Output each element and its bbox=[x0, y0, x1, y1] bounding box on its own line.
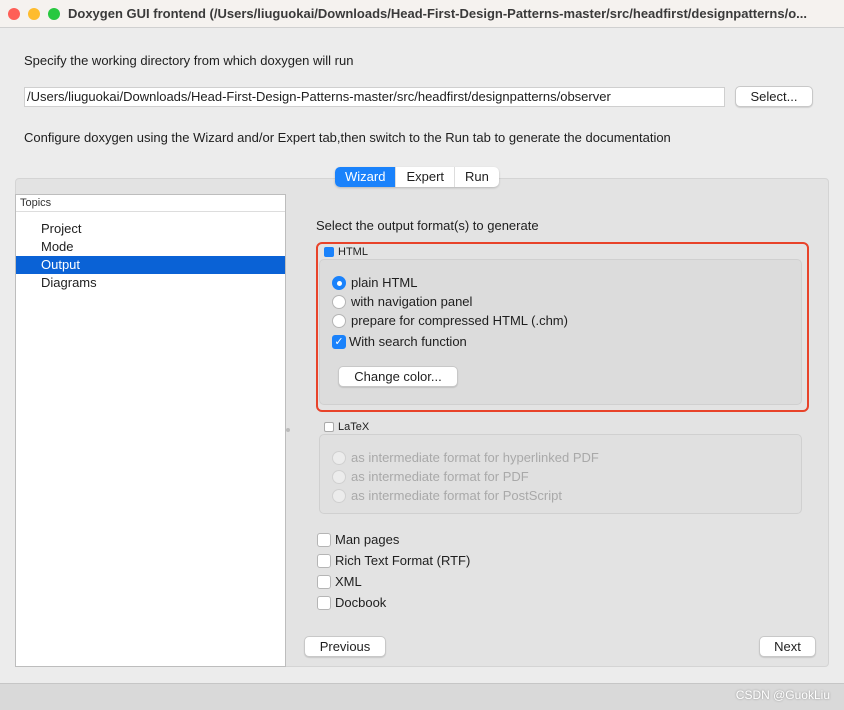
radio-icon bbox=[332, 313, 346, 328]
change-color-button[interactable]: Change color... bbox=[338, 366, 458, 387]
tab-bar: Wizard Expert Run bbox=[335, 167, 499, 187]
man-pages-checkbox[interactable]: Man pages bbox=[317, 532, 399, 547]
checkbox-icon bbox=[317, 595, 331, 610]
tab-wizard[interactable]: Wizard bbox=[335, 167, 397, 187]
tab-run[interactable]: Run bbox=[455, 167, 499, 187]
radio-icon bbox=[332, 469, 346, 484]
radio-compressed-html[interactable]: prepare for compressed HTML (.chm) bbox=[332, 313, 568, 328]
topic-diagrams[interactable]: Diagrams bbox=[16, 274, 285, 292]
radio-label: as intermediate format for PDF bbox=[351, 469, 529, 484]
checkbox-label: Rich Text Format (RTF) bbox=[335, 553, 471, 568]
latex-label: LaTeX bbox=[338, 421, 370, 433]
workdir-label: Specify the working directory from which… bbox=[24, 53, 354, 68]
select-directory-button[interactable]: Select... bbox=[735, 86, 813, 107]
checkbox-label: XML bbox=[335, 574, 362, 589]
checkbox-icon bbox=[317, 532, 331, 547]
instructions-text: Configure doxygen using the Wizard and/o… bbox=[24, 130, 671, 145]
radio-label: plain HTML bbox=[351, 275, 418, 290]
radio-icon bbox=[332, 450, 346, 465]
previous-button[interactable]: Previous bbox=[304, 636, 386, 657]
checkbox-label: Docbook bbox=[335, 595, 387, 610]
radio-plain-html[interactable]: plain HTML bbox=[332, 275, 417, 290]
topic-project[interactable]: Project bbox=[16, 220, 285, 238]
search-function-checkbox[interactable]: ✓ With search function bbox=[332, 334, 467, 349]
topics-header: Topics bbox=[16, 195, 285, 212]
html-label: HTML bbox=[338, 246, 368, 258]
checkbox-icon bbox=[324, 422, 334, 432]
minimize-window-button[interactable] bbox=[28, 8, 40, 20]
radio-label: with navigation panel bbox=[351, 294, 473, 309]
radio-navigation-panel[interactable]: with navigation panel bbox=[332, 294, 472, 309]
title-bar: Doxygen GUI frontend (/Users/liuguokai/D… bbox=[0, 0, 844, 28]
topic-output[interactable]: Output bbox=[16, 256, 285, 274]
radio-label: as intermediate format for hyperlinked P… bbox=[351, 450, 599, 465]
radio-selected-icon bbox=[332, 275, 346, 290]
status-bar bbox=[0, 683, 844, 710]
radio-icon bbox=[332, 488, 346, 503]
window-title: Doxygen GUI frontend (/Users/liuguokai/D… bbox=[68, 6, 807, 21]
tab-expert[interactable]: Expert bbox=[396, 167, 456, 187]
topics-tree: Topics Project Mode Output Diagrams bbox=[15, 194, 286, 667]
checkmark-icon: ✓ bbox=[332, 334, 346, 349]
html-checkbox[interactable]: HTML bbox=[324, 246, 368, 258]
checkbox-icon bbox=[317, 553, 331, 568]
splitter-handle[interactable] bbox=[286, 428, 290, 432]
checkbox-label: Man pages bbox=[335, 532, 400, 547]
output-heading: Select the output format(s) to generate bbox=[316, 218, 539, 233]
radio-postscript: as intermediate format for PostScript bbox=[332, 488, 562, 503]
docbook-checkbox[interactable]: Docbook bbox=[317, 595, 386, 610]
radio-hyperlinked-pdf: as intermediate format for hyperlinked P… bbox=[332, 450, 599, 465]
checkbox-label: With search function bbox=[349, 334, 467, 349]
topic-mode[interactable]: Mode bbox=[16, 238, 285, 256]
next-button[interactable]: Next bbox=[759, 636, 816, 657]
radio-pdf: as intermediate format for PDF bbox=[332, 469, 529, 484]
watermark: CSDN @GuokLiu bbox=[735, 688, 830, 702]
radio-icon bbox=[332, 294, 346, 309]
radio-label: as intermediate format for PostScript bbox=[351, 488, 562, 503]
close-window-button[interactable] bbox=[8, 8, 20, 20]
xml-checkbox[interactable]: XML bbox=[317, 574, 362, 589]
radio-label: prepare for compressed HTML (.chm) bbox=[351, 313, 568, 328]
rtf-checkbox[interactable]: Rich Text Format (RTF) bbox=[317, 553, 470, 568]
checkbox-icon bbox=[317, 574, 331, 589]
checkbox-checked-icon bbox=[324, 247, 334, 257]
zoom-window-button[interactable] bbox=[48, 8, 60, 20]
workdir-input[interactable]: /Users/liuguokai/Downloads/Head-First-De… bbox=[24, 87, 725, 107]
latex-checkbox[interactable]: LaTeX bbox=[324, 421, 369, 433]
